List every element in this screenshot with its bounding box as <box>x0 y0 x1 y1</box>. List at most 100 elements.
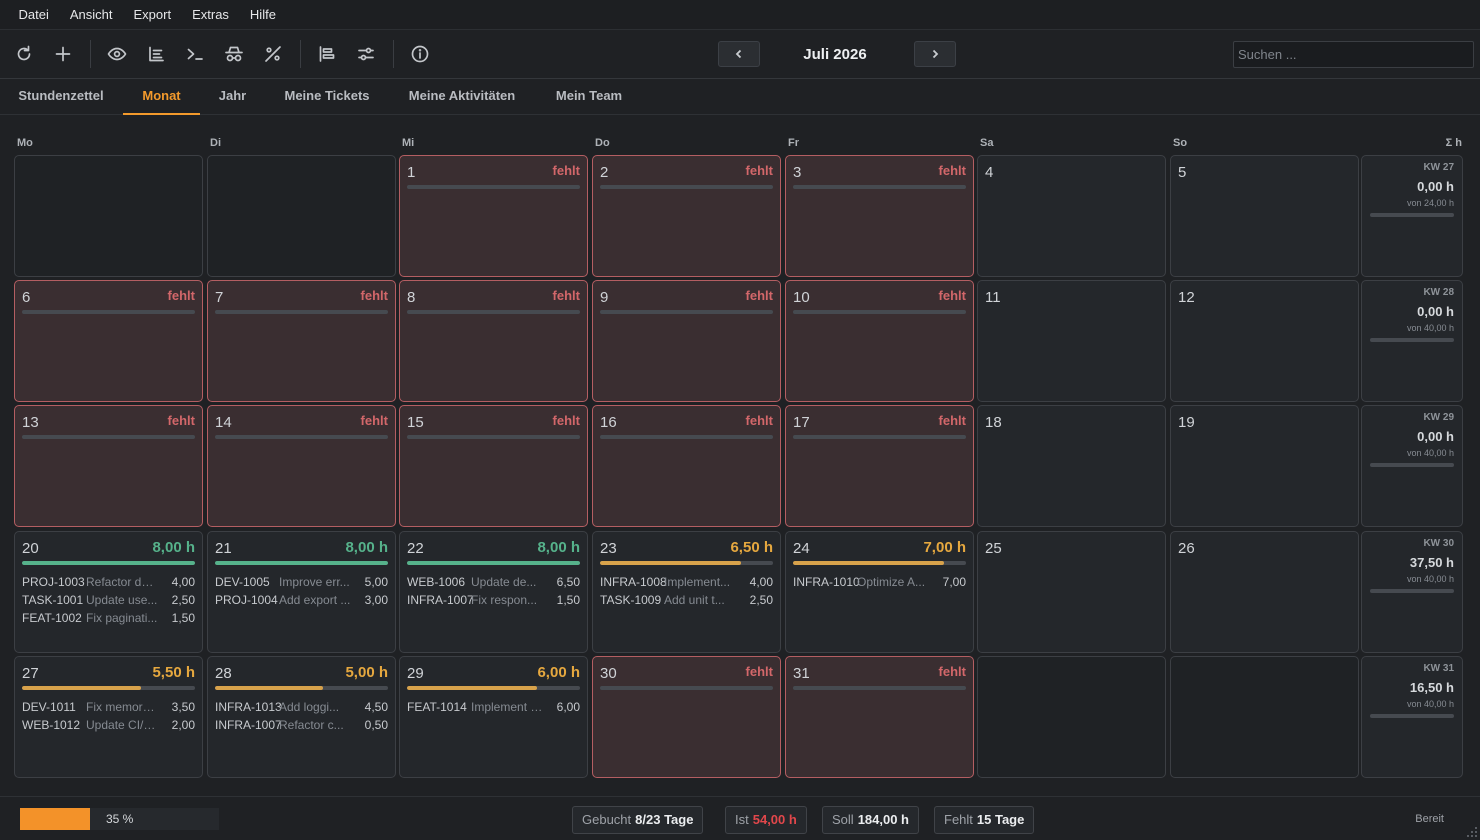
time-entry[interactable]: DEV-1005 Improve err... 5,00 <box>215 574 388 590</box>
time-entry[interactable]: INFRA-1007 Fix respon... 1,50 <box>407 592 580 608</box>
prev-month-button[interactable] <box>718 41 760 67</box>
calendar-day-empty[interactable] <box>1170 656 1359 778</box>
chip-soll: Soll 184,00 h <box>822 806 920 834</box>
entry-hours: 2,50 <box>171 593 195 607</box>
time-entry[interactable]: FEAT-1002 Fix paginati... 1,50 <box>22 610 195 626</box>
day-progress-bar <box>600 561 773 565</box>
missing-badge: fehlt <box>360 413 388 428</box>
tab-meine-aktivitaeten[interactable]: Meine Aktivitäten <box>406 79 518 115</box>
calendar-day-empty[interactable] <box>207 155 396 277</box>
entry-description: Refactor da... <box>86 575 158 589</box>
time-entry[interactable]: TASK-1009 Add unit t... 2,50 <box>600 592 773 608</box>
chip-label: Ist <box>735 812 749 827</box>
calendar-day-11[interactable]: 11 <box>977 280 1166 402</box>
time-entry[interactable]: PROJ-1004 Add export ... 3,00 <box>215 592 388 608</box>
calendar-day-29[interactable]: 29 6,00 h FEAT-1014 Implement r... 6,00 <box>399 656 588 778</box>
refresh-button[interactable] <box>9 39 39 69</box>
time-entry[interactable]: TASK-1001 Update use... 2,50 <box>22 592 195 608</box>
calendar-day-20[interactable]: 20 8,00 h PROJ-1003 Refactor da... 4,00 TASK-… <box>14 531 203 653</box>
calendar-day-14[interactable]: 14 fehlt <box>207 405 396 527</box>
time-entry[interactable]: WEB-1012 Update CI/C... 2,00 <box>22 717 195 733</box>
calendar-day-8[interactable]: 8 fehlt <box>399 280 588 402</box>
time-entry[interactable]: INFRA-1008 Implement... 4,00 <box>600 574 773 590</box>
tab-monat[interactable]: Monat <box>123 79 200 115</box>
missing-badge: fehlt <box>167 288 195 303</box>
calendar-day-22[interactable]: 22 8,00 h WEB-1006 Update de... 6,50 INFRA-10… <box>399 531 588 653</box>
time-entry[interactable]: PROJ-1003 Refactor da... 4,00 <box>22 574 195 590</box>
tab-mein-team[interactable]: Mein Team <box>554 79 624 115</box>
day-number: 14 <box>215 414 232 431</box>
time-entry[interactable]: DEV-1011 Fix memory l... 3,50 <box>22 699 195 715</box>
day-progress-bar <box>407 310 580 314</box>
menu-ansicht[interactable]: Ansicht <box>59 0 123 30</box>
time-entry[interactable]: FEAT-1014 Implement r... 6,00 <box>407 699 580 715</box>
list-button[interactable] <box>141 39 171 69</box>
calendar-day-5[interactable]: 5 <box>1170 155 1359 277</box>
calendar-day-19[interactable]: 19 <box>1170 405 1359 527</box>
view-button[interactable] <box>102 39 132 69</box>
calendar-day-18[interactable]: 18 <box>977 405 1166 527</box>
time-entry[interactable]: INFRA-1013 Add loggi... 4,50 <box>215 699 388 715</box>
resize-grip-icon[interactable] <box>1466 826 1478 838</box>
day-progress-bar <box>215 310 388 314</box>
calendar-day-9[interactable]: 9 fehlt <box>592 280 781 402</box>
next-month-button[interactable] <box>914 41 956 67</box>
time-entry[interactable]: WEB-1006 Update de... 6,50 <box>407 574 580 590</box>
percent-button[interactable] <box>258 39 288 69</box>
day-number: 1 <box>407 164 416 181</box>
booking-progress: 35 % <box>20 808 219 830</box>
calendar-day-23[interactable]: 23 6,50 h INFRA-1008 Implement... 4,00 TASK-1… <box>592 531 781 653</box>
info-button[interactable] <box>405 39 435 69</box>
align-button[interactable] <box>312 39 342 69</box>
incognito-button[interactable] <box>219 39 249 69</box>
calendar-day-7[interactable]: 7 fehlt <box>207 280 396 402</box>
tab-stundenzettel[interactable]: Stundenzettel <box>18 79 104 115</box>
entry-description: Update use... <box>86 593 158 607</box>
menu-export[interactable]: Export <box>123 0 182 30</box>
calendar-day-15[interactable]: 15 fehlt <box>399 405 588 527</box>
menu-extras[interactable]: Extras <box>182 0 240 30</box>
calendar-day-10[interactable]: 10 fehlt <box>785 280 974 402</box>
calendar-day-3[interactable]: 3 fehlt <box>785 155 974 277</box>
calendar-day-12[interactable]: 12 <box>1170 280 1359 402</box>
day-header-sa: Sa <box>980 137 994 149</box>
calendar-day-13[interactable]: 13 fehlt <box>14 405 203 527</box>
calendar-day-24[interactable]: 24 7,00 h INFRA-1010 Optimize A... 7,00 <box>785 531 974 653</box>
day-number: 15 <box>407 414 424 431</box>
tab-jahr[interactable]: Jahr <box>218 79 247 115</box>
calendar-day-empty[interactable] <box>977 656 1166 778</box>
day-number: 28 <box>215 665 232 682</box>
calendar-day-30[interactable]: 30 fehlt <box>592 656 781 778</box>
day-number: 8 <box>407 289 416 306</box>
refresh-icon <box>17 45 31 61</box>
time-entry[interactable]: INFRA-1007 Refactor c... 0,50 <box>215 717 388 733</box>
day-progress-bar <box>793 435 966 439</box>
calendar-day-21[interactable]: 21 8,00 h DEV-1005 Improve err... 5,00 PROJ-1… <box>207 531 396 653</box>
week-progress-bar <box>1370 589 1454 593</box>
menu-hilfe[interactable]: Hilfe <box>239 0 286 30</box>
day-progress-bar <box>215 435 388 439</box>
tab-meine-tickets[interactable]: Meine Tickets <box>284 79 370 115</box>
calendar-day-6[interactable]: 6 fehlt <box>14 280 203 402</box>
entry-description: Fix respon... <box>471 593 538 607</box>
calendar-day-31[interactable]: 31 fehlt <box>785 656 974 778</box>
search-input[interactable] <box>1233 41 1474 68</box>
calendar-day-17[interactable]: 17 fehlt <box>785 405 974 527</box>
day-number: 27 <box>22 665 39 682</box>
calendar-day-2[interactable]: 2 fehlt <box>592 155 781 277</box>
calendar-day-4[interactable]: 4 <box>977 155 1166 277</box>
entry-ticket: TASK-1001 <box>22 593 84 607</box>
week-target: von 24,00 h <box>1406 198 1454 208</box>
calendar-day-25[interactable]: 25 <box>977 531 1166 653</box>
calendar-day-26[interactable]: 26 <box>1170 531 1359 653</box>
calendar-day-empty[interactable] <box>14 155 203 277</box>
menu-datei[interactable]: Datei <box>8 0 59 30</box>
calendar-day-16[interactable]: 16 fehlt <box>592 405 781 527</box>
settings-button[interactable] <box>351 39 381 69</box>
time-entry[interactable]: INFRA-1010 Optimize A... 7,00 <box>793 574 966 590</box>
add-button[interactable] <box>48 39 78 69</box>
calendar-day-28[interactable]: 28 5,00 h INFRA-1013 Add loggi... 4,50 INFRA-… <box>207 656 396 778</box>
calendar-day-1[interactable]: 1 fehlt <box>399 155 588 277</box>
terminal-button[interactable] <box>180 39 210 69</box>
calendar-day-27[interactable]: 27 5,50 h DEV-1011 Fix memory l... 3,50 WEB-1… <box>14 656 203 778</box>
